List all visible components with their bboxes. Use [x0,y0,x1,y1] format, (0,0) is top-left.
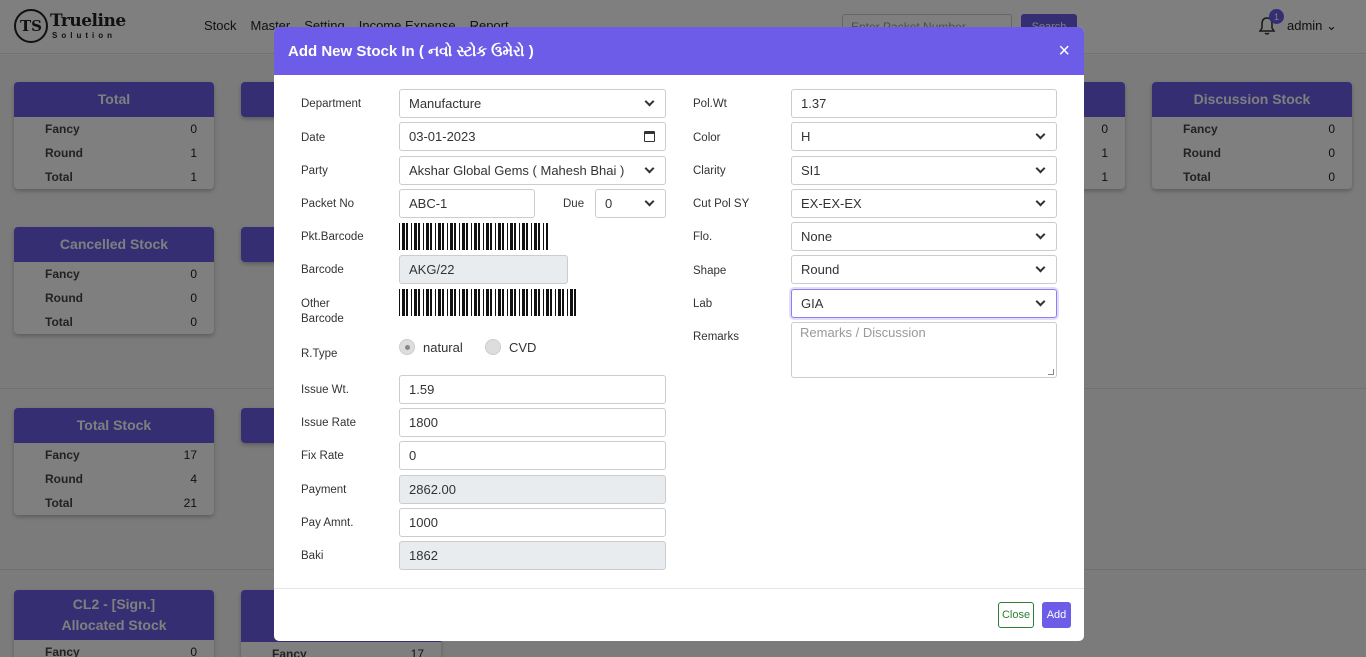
modal-footer: Close Add [274,588,1084,641]
department-label: Department [301,98,362,110]
packet-no-label: Packet No [301,198,355,210]
barcode-input: AKG/22 [399,255,568,284]
close-button[interactable]: Close [998,602,1034,628]
resize-handle-icon [1048,369,1054,375]
chevron-down-icon [1035,196,1046,207]
add-stock-modal: Add New Stock In ( નવો સ્ટોક ઉમેરો ) × D… [274,27,1084,641]
lab-label: Lab [693,298,713,310]
date-label: Date [301,132,326,144]
clarity-label: Clarity [693,165,726,177]
pol-wt-input[interactable]: 1.37 [791,89,1057,118]
issue-wt-label: Issue Wt. [301,384,349,396]
pay-amnt-label: Pay Amnt. [301,517,354,529]
chevron-down-icon [1035,262,1046,273]
color-select[interactable]: H [791,122,1057,151]
add-button[interactable]: Add [1042,602,1071,628]
clarity-select[interactable]: SI1 [791,156,1057,185]
color-label: Color [693,132,721,144]
packet-no-input[interactable]: ABC-1 [399,189,535,218]
cut-pol-sy-select[interactable]: EX-EX-EX [791,189,1057,218]
date-input[interactable]: 03-01-2023 [399,122,666,151]
remarks-label: Remarks [693,331,740,343]
close-icon[interactable]: × [1058,41,1070,61]
party-label: Party [301,165,328,177]
calendar-icon [644,131,655,142]
lab-select[interactable]: GIA [791,289,1057,318]
other-barcode-image [399,289,576,316]
rtype-cvd-option[interactable]: CVD [485,339,536,355]
fix-rate-input[interactable]: 0 [399,441,666,470]
due-label: Due [563,198,585,210]
pol-wt-label: Pol.Wt [693,98,727,110]
rtype-label: R.Type [301,348,338,360]
radio-cvd[interactable] [485,339,501,355]
pkt-barcode-image [399,223,548,250]
fix-rate-label: Fix Rate [301,450,344,462]
pkt-barcode-label: Pkt.Barcode [301,231,364,243]
chevron-down-icon [1035,229,1046,240]
chevron-down-icon [644,96,655,107]
issue-rate-input[interactable]: 1800 [399,408,666,437]
cut-pol-sy-label: Cut Pol SY [693,198,750,210]
modal-header: Add New Stock In ( નવો સ્ટોક ઉમેરો ) × [274,27,1084,75]
due-select[interactable]: 0 [595,189,666,218]
department-select[interactable]: Manufacture [399,89,666,118]
barcode-label: Barcode [301,264,344,276]
modal-title: Add New Stock In ( નવો સ્ટોક ઉમેરો ) [288,42,534,60]
chevron-down-icon [644,163,655,174]
baki-label: Baki [301,550,324,562]
radio-natural[interactable] [399,339,415,355]
shape-label: Shape [693,265,727,277]
rtype-natural-option[interactable]: natural [399,339,463,355]
flo-label: Flo. [693,231,713,243]
baki-input: 1862 [399,541,666,570]
payment-input: 2862.00 [399,475,666,504]
payment-label: Payment [301,484,347,496]
shape-select[interactable]: Round [791,255,1057,284]
chevron-down-icon [1035,163,1046,174]
remarks-textarea[interactable]: Remarks / Discussion [791,322,1057,378]
chevron-down-icon [644,196,655,207]
party-select[interactable]: Akshar Global Gems ( Mahesh Bhai ) [399,156,666,185]
flo-select[interactable]: None [791,222,1057,251]
pay-amnt-input[interactable]: 1000 [399,508,666,537]
issue-wt-input[interactable]: 1.59 [399,375,666,404]
chevron-down-icon [1035,129,1046,140]
issue-rate-label: Issue Rate [301,417,356,429]
other-barcode-label: Other Barcode [301,298,344,325]
chevron-down-icon [1035,296,1046,307]
